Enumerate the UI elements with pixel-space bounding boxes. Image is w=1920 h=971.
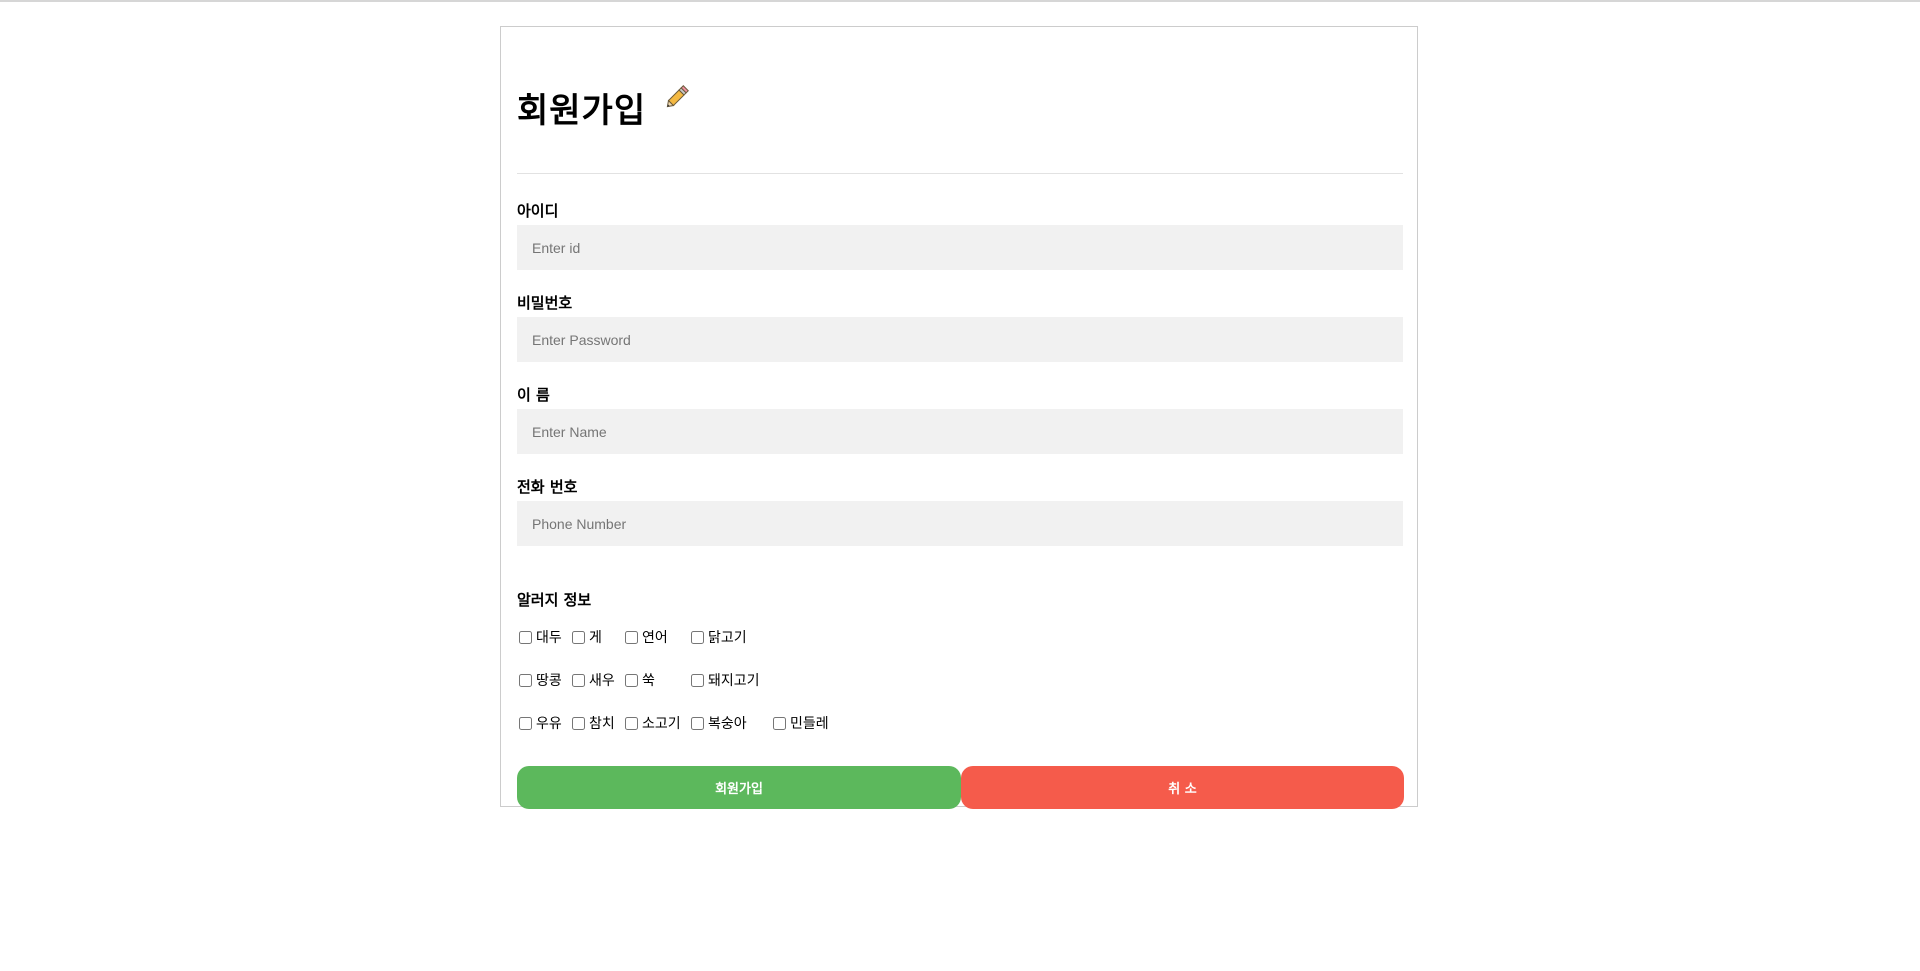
allergy-checkbox[interactable]	[572, 673, 585, 687]
allergy-item[interactable]: 복숭아	[691, 713, 747, 733]
allergy-checkbox-group: 대두 게 연어 닭고기 땅콩 새우 쑥 돼지고기 우유 참치 소고기 복숭아 민…	[519, 627, 1119, 757]
id-label: 아이디	[517, 202, 559, 220]
allergy-checkbox[interactable]	[519, 673, 532, 687]
signup-form: 회원가입 아이디 비밀번호 이 름 전화 번호 알러지 정보 대두 게	[500, 26, 1418, 809]
allergy-item[interactable]: 땅콩	[519, 670, 562, 690]
pencil-icon	[666, 85, 690, 108]
allergy-label: 게	[589, 630, 602, 646]
allergy-label: 돼지고기	[708, 673, 760, 689]
allergy-label: 민들레	[790, 716, 829, 732]
allergy-checkbox[interactable]	[519, 716, 532, 730]
password-label: 비밀번호	[517, 294, 573, 312]
allergy-label: 새우	[589, 673, 615, 689]
allergy-label: 닭고기	[708, 630, 747, 646]
allergy-label: 연어	[642, 630, 668, 646]
allergy-checkbox[interactable]	[572, 716, 585, 730]
phone-label: 전화 번호	[517, 478, 578, 496]
allergy-item[interactable]: 돼지고기	[691, 670, 760, 690]
title-divider	[517, 173, 1403, 174]
allergy-label: 땅콩	[536, 673, 562, 689]
allergy-checkbox[interactable]	[691, 673, 704, 687]
allergy-item[interactable]: 게	[572, 627, 602, 647]
allergy-item[interactable]: 새우	[572, 670, 615, 690]
allergy-checkbox[interactable]	[625, 673, 638, 687]
allergy-item[interactable]: 민들레	[773, 713, 829, 733]
allergy-label: 쑥	[642, 673, 655, 689]
allergy-checkbox[interactable]	[691, 716, 704, 730]
allergy-checkbox[interactable]	[625, 630, 638, 644]
allergy-title: 알러지 정보	[517, 591, 592, 609]
id-input[interactable]	[517, 225, 1403, 270]
allergy-checkbox[interactable]	[691, 630, 704, 644]
allergy-label: 우유	[536, 716, 562, 732]
signup-button[interactable]: 회원가입	[517, 766, 961, 809]
allergy-item[interactable]: 소고기	[625, 713, 681, 733]
allergy-item[interactable]: 대두	[519, 627, 562, 647]
allergy-label: 참치	[589, 716, 615, 732]
allergy-label: 소고기	[642, 716, 681, 732]
name-input[interactable]	[517, 409, 1403, 454]
allergy-item[interactable]: 연어	[625, 627, 668, 647]
allergy-checkbox[interactable]	[773, 716, 786, 730]
page-title: 회원가입	[517, 90, 647, 131]
title-row: 회원가입	[517, 77, 692, 137]
phone-input[interactable]	[517, 501, 1403, 546]
allergy-label: 대두	[536, 630, 562, 646]
allergy-checkbox[interactable]	[572, 630, 585, 644]
allergy-item[interactable]: 참치	[572, 713, 615, 733]
allergy-item[interactable]: 우유	[519, 713, 562, 733]
password-input[interactable]	[517, 317, 1403, 362]
page-top-border	[0, 0, 1920, 2]
allergy-checkbox[interactable]	[519, 630, 532, 644]
cancel-button[interactable]: 취 소	[961, 766, 1404, 809]
allergy-label: 복숭아	[708, 716, 747, 732]
name-label: 이 름	[517, 386, 550, 404]
allergy-checkbox[interactable]	[625, 716, 638, 730]
allergy-item[interactable]: 닭고기	[691, 627, 747, 647]
allergy-item[interactable]: 쑥	[625, 670, 655, 690]
